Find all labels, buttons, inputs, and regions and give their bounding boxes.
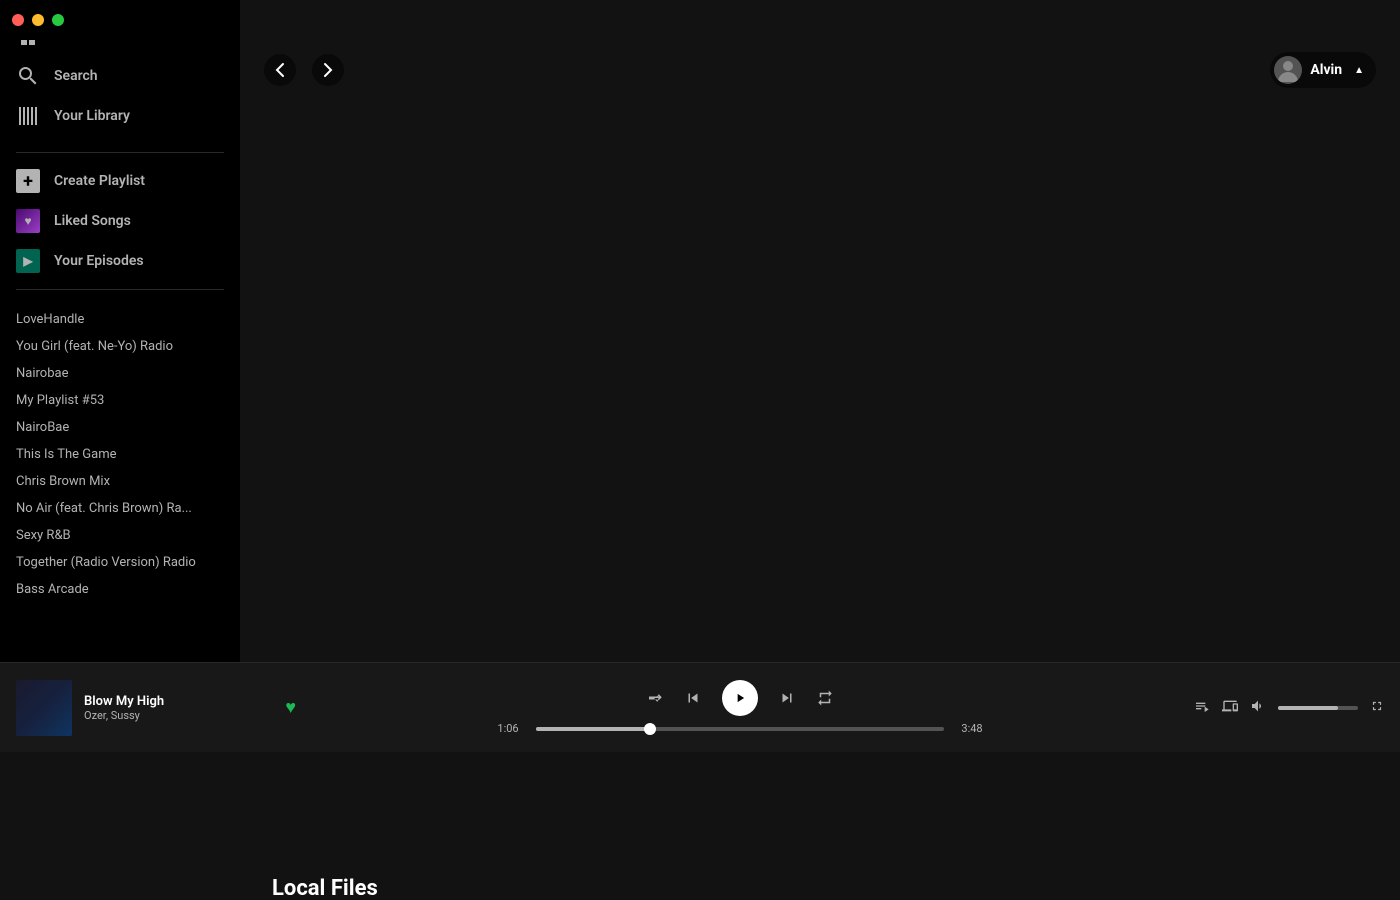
list-item[interactable]: No Air (feat. Chris Brown) Ra... <box>0 495 240 522</box>
sidebar-item-create-playlist[interactable]: + Create Playlist <box>0 161 240 201</box>
nav-buttons <box>264 54 344 86</box>
user-name: Alvin <box>1310 62 1342 78</box>
topbar: Alvin ▲ <box>240 40 1400 100</box>
list-item[interactable]: Chris Brown Mix <box>0 468 240 495</box>
list-item[interactable]: Nairobae <box>0 360 240 387</box>
track-thumbnail <box>16 680 72 736</box>
track-text: Blow My High Ozer, Sussy <box>84 694 265 722</box>
repeat-button[interactable] <box>816 689 834 707</box>
fullscreen-icon[interactable] <box>1370 699 1384 717</box>
current-time: 1:06 <box>490 722 526 735</box>
liked-songs-label: Liked Songs <box>54 213 131 229</box>
user-menu[interactable]: Alvin ▲ <box>1270 52 1376 88</box>
list-item[interactable]: LoveHandle <box>0 306 240 333</box>
avatar <box>1274 56 1302 84</box>
sidebar-divider-2 <box>16 289 224 290</box>
maximize-button[interactable] <box>52 14 64 26</box>
plus-icon: + <box>16 169 40 193</box>
settings-section-local-files: Local Files Show Local Files <box>272 876 1368 900</box>
sidebar-item-liked-songs[interactable]: ♥ Liked Songs <box>0 201 240 241</box>
previous-button[interactable] <box>684 689 702 707</box>
library-icon <box>16 104 40 128</box>
titlebar <box>0 0 240 40</box>
queue-icon[interactable] <box>1194 698 1210 718</box>
player-controls: 1:06 3:48 <box>296 680 1184 735</box>
episodes-icon: ▶ <box>16 249 40 273</box>
sidebar-item-search[interactable]: Search <box>0 56 240 96</box>
track-name: Blow My High <box>84 694 265 709</box>
forward-button[interactable] <box>312 54 344 86</box>
list-item[interactable]: Together (Radio Version) Radio <box>0 549 240 576</box>
close-button[interactable] <box>12 14 24 26</box>
your-episodes-label: Your Episodes <box>54 253 144 269</box>
like-button[interactable]: ♥ <box>285 697 296 718</box>
list-item[interactable]: You Girl (feat. Ne-Yo) Radio <box>0 333 240 360</box>
player-track-info: Blow My High Ozer, Sussy ♥ <box>16 680 296 736</box>
sidebar: Home Search Your Library + Create Playli… <box>0 0 240 752</box>
list-item[interactable]: Bass Arcade <box>0 576 240 603</box>
progress-fill <box>536 727 650 731</box>
list-item[interactable]: My Playlist #53 <box>0 387 240 414</box>
volume-icon[interactable] <box>1250 698 1266 718</box>
sidebar-item-your-episodes[interactable]: ▶ Your Episodes <box>0 241 240 281</box>
volume-fill <box>1278 706 1338 710</box>
sidebar-item-search-label: Search <box>54 68 98 84</box>
player-extras <box>1184 698 1384 718</box>
shuffle-button[interactable] <box>646 689 664 707</box>
progress-track[interactable] <box>536 727 944 731</box>
chevron-down-icon: ▲ <box>1354 65 1364 76</box>
liked-songs-icon: ♥ <box>16 209 40 233</box>
track-artist: Ozer, Sussy <box>84 709 265 722</box>
list-item[interactable]: This Is The Game <box>0 441 240 468</box>
player-bar: Blow My High Ozer, Sussy ♥ <box>0 662 1400 752</box>
create-playlist-label: Create Playlist <box>54 173 145 189</box>
list-item[interactable]: Sexy R&B <box>0 522 240 549</box>
next-button[interactable] <box>778 689 796 707</box>
back-button[interactable] <box>264 54 296 86</box>
volume-bar[interactable] <box>1278 706 1358 710</box>
track-thumb-image <box>16 680 72 736</box>
sidebar-item-library-label: Your Library <box>54 108 130 124</box>
play-pause-button[interactable] <box>722 680 758 716</box>
section-title-local-files: Local Files <box>272 876 1368 900</box>
progress-bar-area: 1:06 3:48 <box>490 722 990 735</box>
total-time: 3:48 <box>954 722 990 735</box>
minimize-button[interactable] <box>32 14 44 26</box>
search-icon <box>16 64 40 88</box>
settings-content: Local Files Show Local Files Display Sho… <box>240 852 1400 900</box>
control-buttons <box>646 680 834 716</box>
sidebar-item-library[interactable]: Your Library <box>0 96 240 136</box>
sidebar-divider-1 <box>16 152 224 153</box>
devices-icon[interactable] <box>1222 698 1238 718</box>
list-item[interactable]: NairoBae <box>0 414 240 441</box>
